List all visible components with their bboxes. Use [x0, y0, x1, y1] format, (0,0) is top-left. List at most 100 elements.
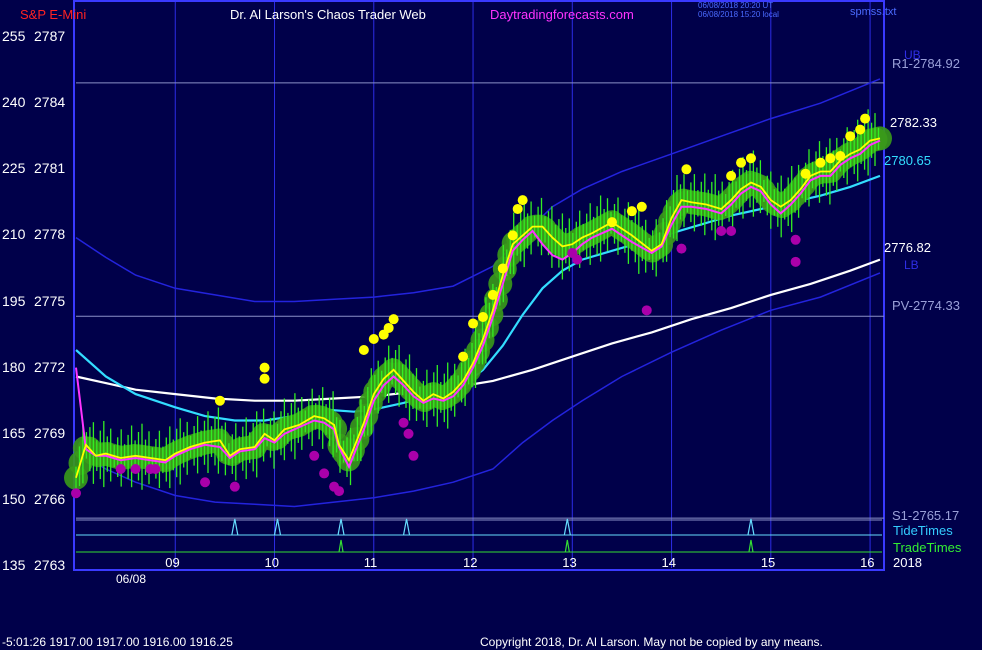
high-dot — [815, 157, 826, 168]
osc-tick-label: 225 — [2, 160, 26, 177]
high-dot — [477, 311, 488, 322]
hour-tick-label: 15 — [760, 555, 776, 570]
high-dot — [507, 230, 518, 241]
hour-tick-label: 13 — [562, 555, 577, 570]
osc-tick-label: 195 — [2, 292, 26, 309]
slow-average-label: 2776.82 — [884, 240, 931, 255]
hour-tick-label: 14 — [661, 555, 677, 570]
high-dot — [745, 153, 756, 164]
high-dot — [388, 314, 399, 325]
quote-readout: -5:01:26 1917.00 1917.00 1916.00 1916.25 — [2, 635, 233, 649]
hour-tick-label: 11 — [363, 555, 378, 570]
high-dot — [383, 322, 394, 333]
low-dot — [641, 305, 652, 316]
high-dot — [517, 195, 528, 206]
s1-level-label: S1-2765.17 — [892, 508, 960, 523]
hour-gridlines — [174, 2, 871, 568]
low-dot — [726, 225, 737, 236]
website-link[interactable]: Daytradingforecasts.com — [490, 7, 634, 22]
price-tick-label: 2769 — [34, 424, 66, 441]
osc-tick-label: 165 — [2, 424, 26, 441]
high-dot — [214, 395, 225, 406]
tide-spike — [337, 518, 345, 536]
low-dot — [790, 234, 801, 245]
low-dot — [676, 243, 687, 254]
low-dot — [408, 450, 419, 461]
low-dot — [319, 468, 330, 479]
hour-tick-label: 12 — [463, 555, 478, 570]
high-dot — [726, 170, 737, 181]
lower-band-line — [75, 272, 881, 508]
source-file: spmss.txt — [850, 6, 897, 18]
last-price-label: 2782.33 — [890, 115, 937, 130]
high-dot — [855, 124, 866, 135]
low-dot — [130, 464, 141, 475]
high-dot — [512, 203, 523, 214]
r1-level-label: R1-2784.92 — [892, 56, 960, 71]
tide-spike — [402, 518, 411, 536]
osc-tick-label: 180 — [2, 358, 26, 375]
low-dot — [115, 464, 126, 475]
tide-spike — [563, 518, 571, 536]
high-dot — [358, 345, 369, 356]
chart-window: S&P E-Mini Dr. Al Larson's Chaos Trader … — [0, 0, 982, 650]
high-dot — [835, 151, 846, 162]
high-dot — [825, 153, 836, 164]
year-label: 2018 — [893, 555, 922, 570]
high-dot — [368, 333, 379, 344]
low-dot — [572, 254, 583, 265]
low-dot — [334, 486, 345, 497]
low-dot — [309, 450, 320, 461]
high-dot — [736, 157, 747, 168]
high-dot — [259, 373, 270, 384]
trade-spike — [564, 539, 570, 553]
plot-area-border — [73, 0, 885, 571]
trade-spike — [748, 539, 754, 553]
low-dot — [716, 225, 727, 236]
timestamp-local: 06/08/2018 15:20 local — [698, 10, 779, 19]
low-dot — [200, 477, 211, 488]
trade-spike — [338, 539, 344, 553]
app-title: Dr. Al Larson's Chaos Trader Web — [230, 7, 426, 22]
tide-spike — [273, 518, 282, 536]
tide-times-label: TideTimes — [893, 523, 953, 538]
low-dot — [403, 428, 414, 439]
low-dot — [150, 464, 161, 475]
high-dot — [636, 201, 647, 212]
high-dot — [800, 168, 811, 179]
price-tick-label: 2775 — [34, 292, 66, 309]
price-tick-label: 2781 — [34, 160, 66, 177]
high-dot — [860, 113, 871, 124]
price-chart — [64, 0, 892, 571]
price-tick-label: 2763 — [34, 557, 66, 573]
tide-spike — [747, 518, 755, 536]
price-tick-label: 2787 — [34, 28, 66, 45]
timestamp-ut: 06/08/2018 20:20 UT — [698, 1, 774, 10]
price-tick-label: 2784 — [34, 94, 66, 111]
osc-tick-label: 210 — [2, 226, 26, 243]
osc-tick-label: 240 — [2, 94, 26, 111]
high-dot — [681, 164, 692, 175]
osc-tick-label: 135 — [2, 557, 26, 573]
tide-spike — [231, 518, 239, 536]
osc-tick-label: 255 — [2, 28, 26, 45]
trade-times-label: TradeTimes — [893, 540, 962, 555]
low-dot — [790, 256, 801, 267]
hour-tick-label: 16 — [860, 555, 875, 570]
date-label: 06/08 — [116, 572, 147, 586]
high-dot — [497, 263, 508, 274]
low-dot — [71, 488, 81, 499]
timing-rows — [76, 518, 882, 553]
high-dot — [845, 131, 856, 142]
price-tick-label: 2766 — [34, 490, 66, 507]
symbol-title: S&P E-Mini — [20, 7, 87, 22]
high-dot — [259, 362, 270, 373]
mid-average-label: 2780.65 — [884, 153, 931, 168]
high-dot — [468, 318, 479, 329]
low-dot — [398, 417, 409, 428]
high-dot — [626, 206, 637, 217]
pv-level-label: PV-2774.33 — [892, 298, 960, 313]
osc-tick-label: 150 — [2, 490, 26, 507]
lower-band-label: LB — [904, 258, 919, 272]
hour-tick-label: 09 — [165, 555, 180, 570]
